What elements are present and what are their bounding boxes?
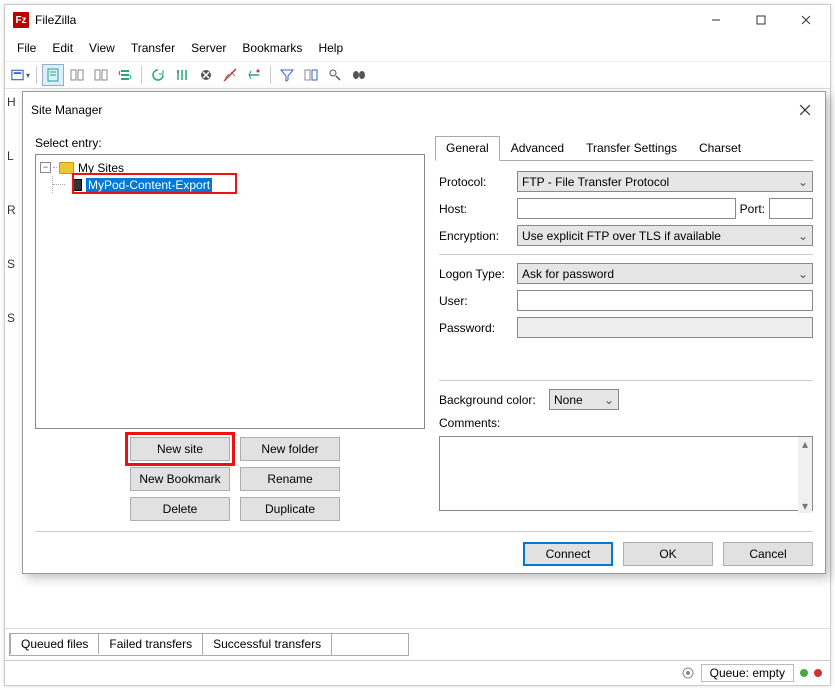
- encryption-select[interactable]: Use explicit FTP over TLS if available: [517, 225, 813, 246]
- queue-status-label: Queue: empty: [701, 664, 794, 682]
- menu-bookmarks[interactable]: Bookmarks: [234, 37, 310, 59]
- comments-textarea[interactable]: [439, 436, 813, 511]
- reconnect-icon[interactable]: [243, 64, 265, 86]
- port-label: Port:: [740, 202, 765, 216]
- toggle-queue-icon[interactable]: [114, 64, 136, 86]
- tab-general[interactable]: General: [435, 136, 500, 161]
- menu-server[interactable]: Server: [183, 37, 234, 59]
- panel-letter: S: [7, 257, 19, 271]
- new-site-button[interactable]: New site: [130, 437, 230, 461]
- status-led-red-icon: [814, 669, 822, 677]
- status-led-green-icon: [800, 669, 808, 677]
- tab-advanced[interactable]: Advanced: [500, 136, 575, 160]
- rename-button[interactable]: Rename: [240, 467, 340, 491]
- toggle-remote-tree-icon[interactable]: [90, 64, 112, 86]
- site-tree[interactable]: − My Sites MyPod-Content-Export: [35, 154, 425, 429]
- protocol-label: Protocol:: [439, 175, 517, 189]
- queue-icon: [681, 666, 695, 680]
- menu-transfer[interactable]: Transfer: [123, 37, 183, 59]
- tab-successful-transfers[interactable]: Successful transfers: [203, 634, 332, 655]
- menu-file[interactable]: File: [9, 37, 44, 59]
- comments-label: Comments:: [439, 416, 517, 430]
- select-entry-label: Select entry:: [35, 136, 425, 150]
- connect-button[interactable]: Connect: [523, 542, 613, 566]
- toggle-log-icon[interactable]: [42, 64, 64, 86]
- tab-charset[interactable]: Charset: [688, 136, 752, 160]
- cancel-button[interactable]: Cancel: [723, 542, 813, 566]
- menu-edit[interactable]: Edit: [44, 37, 81, 59]
- refresh-icon[interactable]: [147, 64, 169, 86]
- app-logo-icon: Fz: [13, 12, 29, 28]
- logon-type-label: Logon Type:: [439, 267, 517, 281]
- tab-queued-files[interactable]: Queued files: [10, 633, 99, 654]
- new-bookmark-button[interactable]: New Bookmark: [130, 467, 230, 491]
- titlebar: Fz FileZilla: [5, 5, 830, 35]
- collapsed-panels: H L R S S: [7, 95, 19, 325]
- toolbar: [5, 62, 830, 89]
- site-icon: [72, 179, 82, 191]
- panel-letter: S: [7, 311, 19, 325]
- password-label: Password:: [439, 321, 517, 335]
- menubar: File Edit View Transfer Server Bookmarks…: [5, 35, 830, 62]
- scrollbar[interactable]: ▴▾: [798, 437, 812, 513]
- statusbar: Queue: empty: [5, 660, 830, 685]
- tree-site-label[interactable]: MyPod-Content-Export: [86, 178, 212, 192]
- process-queue-icon[interactable]: [171, 64, 193, 86]
- logon-type-select[interactable]: Ask for password: [517, 263, 813, 284]
- encryption-label: Encryption:: [439, 229, 517, 243]
- disconnect-icon[interactable]: [219, 64, 241, 86]
- tab-failed-transfers[interactable]: Failed transfers: [99, 634, 203, 655]
- port-input[interactable]: [769, 198, 813, 219]
- directory-compare-icon[interactable]: [300, 64, 322, 86]
- tab-transfer-settings[interactable]: Transfer Settings: [575, 136, 688, 160]
- settings-tabs: General Advanced Transfer Settings Chars…: [435, 136, 813, 161]
- user-input[interactable]: [517, 290, 813, 311]
- sync-browse-icon[interactable]: [324, 64, 346, 86]
- delete-button[interactable]: Delete: [130, 497, 230, 521]
- dialog-close-button[interactable]: [793, 98, 817, 122]
- panel-letter: R: [7, 203, 19, 217]
- menu-help[interactable]: Help: [310, 37, 351, 59]
- bgcolor-select[interactable]: None: [549, 389, 619, 410]
- new-folder-button[interactable]: New folder: [240, 437, 340, 461]
- maximize-button[interactable]: [738, 6, 783, 34]
- cancel-icon[interactable]: [195, 64, 217, 86]
- bgcolor-label: Background color:: [439, 393, 549, 407]
- find-icon[interactable]: [348, 64, 370, 86]
- dialog-title: Site Manager: [31, 103, 793, 117]
- close-button[interactable]: [783, 6, 828, 34]
- menu-view[interactable]: View: [81, 37, 123, 59]
- panel-letter: H: [7, 95, 19, 109]
- folder-icon: [59, 162, 74, 174]
- ok-button[interactable]: OK: [623, 542, 713, 566]
- toggle-local-tree-icon[interactable]: [66, 64, 88, 86]
- host-input[interactable]: [517, 198, 736, 219]
- tree-collapse-icon[interactable]: −: [40, 162, 51, 173]
- window-title: FileZilla: [35, 13, 693, 27]
- app-window: Fz FileZilla File Edit View Transfer Ser…: [4, 4, 831, 686]
- protocol-select[interactable]: FTP - File Transfer Protocol: [517, 171, 813, 192]
- panel-letter: L: [7, 149, 19, 163]
- tree-root-label[interactable]: My Sites: [78, 161, 124, 175]
- site-manager-icon[interactable]: [9, 64, 31, 86]
- transfer-queue-tabs: Queued files Failed transfers Successful…: [9, 633, 409, 656]
- filter-icon[interactable]: [276, 64, 298, 86]
- site-manager-dialog: Site Manager Select entry: − My Sites: [22, 91, 826, 574]
- host-label: Host:: [439, 202, 517, 216]
- minimize-button[interactable]: [693, 6, 738, 34]
- password-input: [517, 317, 813, 338]
- duplicate-button[interactable]: Duplicate: [240, 497, 340, 521]
- user-label: User:: [439, 294, 517, 308]
